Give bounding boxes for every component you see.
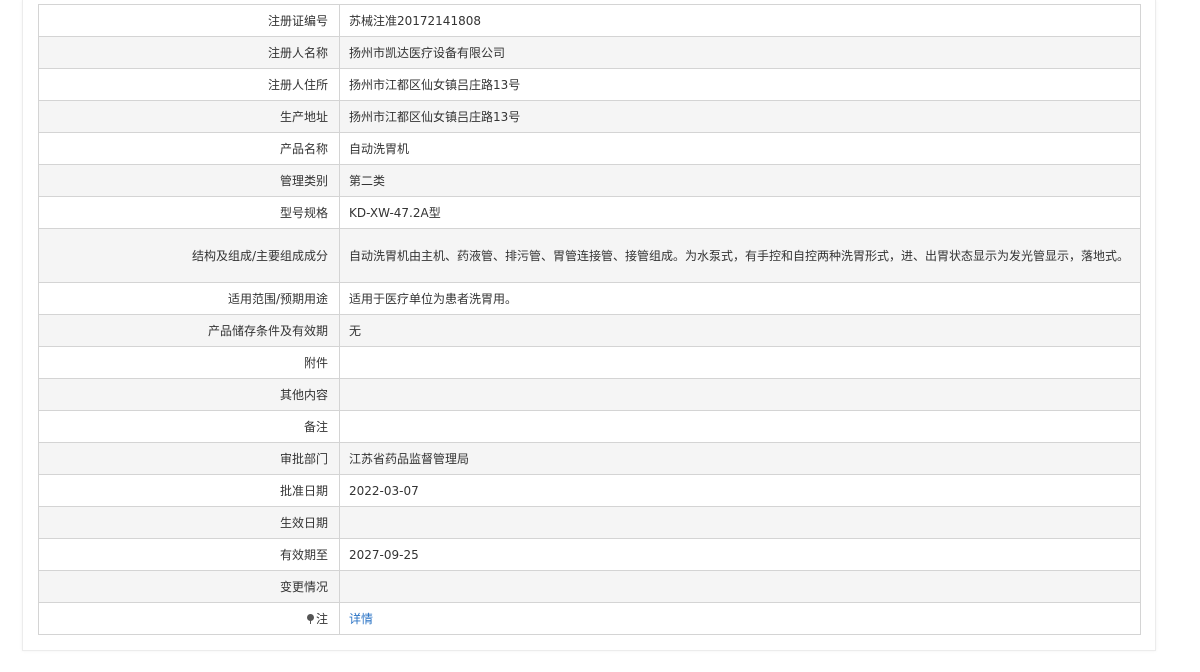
row-value-structure-composition: 自动洗胃机由主机、药液管、排污管、胃管连接管、接管组成。为水泵式，有手控和自控两… [339,228,1141,283]
row-value-other-content [339,378,1141,411]
row-label-production-address: 生产地址 [38,100,340,133]
table-row-note: 注 详情 [38,602,1141,635]
table-row: 批准日期 2022-03-07 [38,474,1141,507]
table-row: 生产地址 扬州市江都区仙女镇吕庄路13号 [38,100,1141,133]
row-value-effective-date [339,506,1141,539]
pin-icon [306,613,314,624]
row-value-model-spec: KD-XW-47.2A型 [339,196,1141,229]
row-value-approval-department: 江苏省药品监督管理局 [339,442,1141,475]
table-row: 备注 [38,410,1141,443]
row-value-registration-number: 苏械注准20172141808 [339,4,1141,37]
row-label-note: 注 [38,602,340,635]
table-row: 变更情况 [38,570,1141,603]
row-value-intended-use: 适用于医疗单位为患者洗胃用。 [339,282,1141,315]
row-label-product-name: 产品名称 [38,132,340,165]
row-label-attachments: 附件 [38,346,340,379]
table-row: 有效期至 2027-09-25 [38,538,1141,571]
row-value-change-status [339,570,1141,603]
table-row: 注册人名称 扬州市凯达医疗设备有限公司 [38,36,1141,69]
table-row: 适用范围/预期用途 适用于医疗单位为患者洗胃用。 [38,282,1141,315]
table-row: 产品储存条件及有效期 无 [38,314,1141,347]
row-value-production-address: 扬州市江都区仙女镇吕庄路13号 [339,100,1141,133]
row-value-remarks [339,410,1141,443]
row-label-model-spec: 型号规格 [38,196,340,229]
row-label-effective-date: 生效日期 [38,506,340,539]
row-value-storage-validity: 无 [339,314,1141,347]
row-value-approval-date: 2022-03-07 [339,474,1141,507]
row-label-storage-validity: 产品储存条件及有效期 [38,314,340,347]
row-label-remarks: 备注 [38,410,340,443]
table-row: 注册人住所 扬州市江都区仙女镇吕庄路13号 [38,68,1141,101]
row-label-change-status: 变更情况 [38,570,340,603]
table-row: 附件 [38,346,1141,379]
row-label-structure-composition: 结构及组成/主要组成成分 [38,228,340,283]
row-value-attachments [339,346,1141,379]
row-value-valid-until: 2027-09-25 [339,538,1141,571]
row-label-valid-until: 有效期至 [38,538,340,571]
table-row: 产品名称 自动洗胃机 [38,132,1141,165]
table-row: 生效日期 [38,506,1141,539]
row-label-management-category: 管理类别 [38,164,340,197]
row-label-approval-date: 批准日期 [38,474,340,507]
row-value-note: 详情 [339,602,1141,635]
row-value-registrant-address: 扬州市江都区仙女镇吕庄路13号 [339,68,1141,101]
row-value-product-name: 自动洗胃机 [339,132,1141,165]
table-row: 管理类别 第二类 [38,164,1141,197]
note-label: 注 [315,611,328,626]
row-label-approval-department: 审批部门 [38,442,340,475]
table-row: 其他内容 [38,378,1141,411]
row-label-registrant-address: 注册人住所 [38,68,340,101]
details-link[interactable]: 详情 [349,612,373,626]
registration-detail-table: 注册证编号 苏械注准20172141808 注册人名称 扬州市凯达医疗设备有限公… [38,4,1141,635]
row-label-other-content: 其他内容 [38,378,340,411]
row-label-registration-number: 注册证编号 [38,4,340,37]
row-label-intended-use: 适用范围/预期用途 [38,282,340,315]
table-row: 型号规格 KD-XW-47.2A型 [38,196,1141,229]
row-label-registrant-name: 注册人名称 [38,36,340,69]
table-row: 结构及组成/主要组成成分 自动洗胃机由主机、药液管、排污管、胃管连接管、接管组成… [38,228,1141,283]
row-value-management-category: 第二类 [339,164,1141,197]
table-row: 注册证编号 苏械注准20172141808 [38,4,1141,37]
table-row: 审批部门 江苏省药品监督管理局 [38,442,1141,475]
row-value-registrant-name: 扬州市凯达医疗设备有限公司 [339,36,1141,69]
